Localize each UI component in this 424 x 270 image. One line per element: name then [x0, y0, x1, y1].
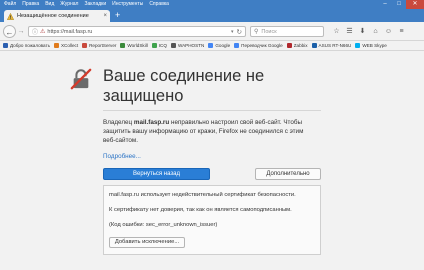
bookmark-label: Добро пожаловать — [10, 43, 50, 48]
page-title: Ваше соединение не защищено — [103, 67, 265, 105]
chat-icon[interactable]: ☺ — [382, 26, 395, 37]
menu-file[interactable]: Файл — [4, 0, 16, 9]
menu-help[interactable]: Справка — [149, 0, 169, 9]
bookmark-waphostn[interactable]: WAPHOSTN — [170, 43, 205, 48]
bookmark-label: ICQ — [158, 43, 167, 48]
home-icon[interactable]: ⌂ — [369, 26, 382, 37]
error-page: Ваше соединение не защищено Владелец mai… — [0, 52, 424, 270]
bookmark-google-translate[interactable]: Переводчик Google — [234, 43, 283, 48]
broken-lock-icon[interactable]: ⚠ — [40, 28, 45, 35]
add-exception-button[interactable]: Добавить исключение... — [109, 237, 185, 248]
bookmark-xcollect[interactable]: XCollect — [53, 43, 79, 48]
url-dropdown-icon[interactable]: ▾ — [231, 29, 234, 35]
advanced-panel: mail.fasp.ru использует недействительный… — [103, 185, 321, 255]
bookmark-web-skype[interactable]: WEB Skype — [355, 43, 387, 48]
learn-more-link[interactable]: Подробнее... — [103, 153, 141, 160]
title-bar: Файл Правка Вид Журнал Закладки Инструме… — [0, 0, 424, 9]
url-bar[interactable]: ⓘ ⚠ https://mail.fasp.ru ▾ ↻ — [28, 26, 246, 37]
bookmark-reportserver[interactable]: ReportServer — [82, 43, 116, 48]
menu-bookmarks[interactable]: Закладки — [84, 0, 106, 9]
menu-bar: Файл Правка Вид Журнал Закладки Инструме… — [0, 0, 175, 9]
bookmark-favicon-icon — [286, 43, 292, 48]
warning-icon — [7, 12, 14, 20]
tab-insecure-connection[interactable]: Незащищённое соединение × — [4, 10, 110, 22]
bookmark-favicon-icon — [311, 43, 317, 48]
bookmark-favicon-icon — [151, 43, 157, 48]
minimize-button[interactable]: – — [378, 0, 392, 9]
download-icon[interactable]: ⬇ — [356, 26, 369, 37]
window-controls: – □ ✕ — [378, 0, 424, 9]
advanced-line-certificate: mail.fasp.ru использует недействительный… — [109, 192, 296, 198]
bookmark-welcome[interactable]: Добро пожаловать — [3, 43, 50, 48]
bookmark-label: Google — [215, 43, 231, 48]
bookmark-zabbix[interactable]: Zabbix — [286, 43, 308, 48]
url-text[interactable]: https://mail.fasp.ru — [47, 29, 231, 35]
tab-strip: Незащищённое соединение × + — [0, 9, 424, 22]
bookmark-icq[interactable]: ICQ — [151, 43, 167, 48]
bookmark-label: ReportServer — [89, 43, 117, 48]
search-icon: ⚲ — [254, 29, 259, 35]
menu-icon[interactable]: ≡ — [395, 26, 408, 37]
menu-tools[interactable]: Инструменты — [112, 0, 143, 9]
bookmark-favicon-icon — [234, 43, 240, 48]
broken-lock-warning-icon — [70, 68, 92, 90]
search-bar[interactable]: ⚲ Поиск — [250, 26, 324, 37]
divider — [103, 110, 321, 111]
bookmark-label: WAPHOSTN — [177, 43, 205, 48]
bookmark-worldskill[interactable]: WorldSkill — [120, 43, 148, 48]
search-placeholder: Поиск — [261, 28, 277, 35]
bookmark-google[interactable]: Google — [208, 43, 230, 48]
bookmark-label: ASUS RT-N66U — [318, 43, 352, 48]
error-code: (Код ошибки: sec_error_unknown_issuer) — [109, 222, 218, 228]
error-description: Владелец mail.fasp.ru неправильно настро… — [103, 118, 313, 145]
bookmark-asus[interactable]: ASUS RT-N66U — [311, 43, 352, 48]
menu-history[interactable]: Журнал — [60, 0, 78, 9]
bookmark-favicon-icon — [53, 43, 59, 48]
site-info-icon[interactable]: ⓘ — [32, 27, 38, 36]
description-domain: mail.fasp.ru — [133, 119, 170, 126]
bookmark-label: WEB Skype — [362, 43, 387, 48]
reading-list-icon[interactable]: ☰ — [343, 26, 356, 37]
new-tab-button[interactable]: + — [115, 10, 120, 21]
tab-title: Незащищённое соединение — [17, 13, 89, 19]
bookmarks-bar: Добро пожаловать XCollect ReportServer W… — [0, 41, 424, 51]
bookmark-star-icon[interactable]: ☆ — [330, 26, 343, 37]
navigation-bar: ← → ⓘ ⚠ https://mail.fasp.ru ▾ ↻ ⚲ Поиск… — [0, 22, 424, 41]
bookmark-favicon-icon — [82, 43, 88, 48]
reload-icon[interactable]: ↻ — [237, 28, 242, 36]
advanced-line-trust: К сертификату нет доверия, так как он яв… — [109, 207, 292, 213]
bookmark-label: XCollect — [60, 43, 79, 48]
bookmark-label: Переводчик Google — [241, 43, 283, 48]
bookmark-favicon-icon — [3, 43, 8, 48]
go-back-button[interactable]: Вернуться назад — [103, 168, 210, 180]
back-button[interactable]: ← — [3, 25, 16, 38]
bookmark-label: Zabbix — [293, 43, 308, 48]
menu-edit[interactable]: Правка — [22, 0, 39, 9]
advanced-button[interactable]: Дополнительно — [255, 168, 321, 180]
close-window-button[interactable]: ✕ — [406, 0, 424, 9]
bookmark-favicon-icon — [120, 43, 126, 48]
bookmark-favicon-icon — [355, 43, 361, 48]
bookmark-favicon-icon — [170, 43, 176, 48]
forward-button[interactable]: → — [17, 27, 25, 36]
bookmark-favicon-icon — [208, 43, 214, 48]
description-owner: Владелец — [103, 119, 133, 126]
bookmark-label: WorldSkill — [127, 43, 148, 48]
tab-close-icon[interactable]: × — [103, 13, 107, 19]
menu-view[interactable]: Вид — [45, 0, 54, 9]
toolbar-icons: ☆ ☰ ⬇ ⌂ ☺ ≡ — [330, 26, 408, 37]
maximize-button[interactable]: □ — [392, 0, 406, 9]
